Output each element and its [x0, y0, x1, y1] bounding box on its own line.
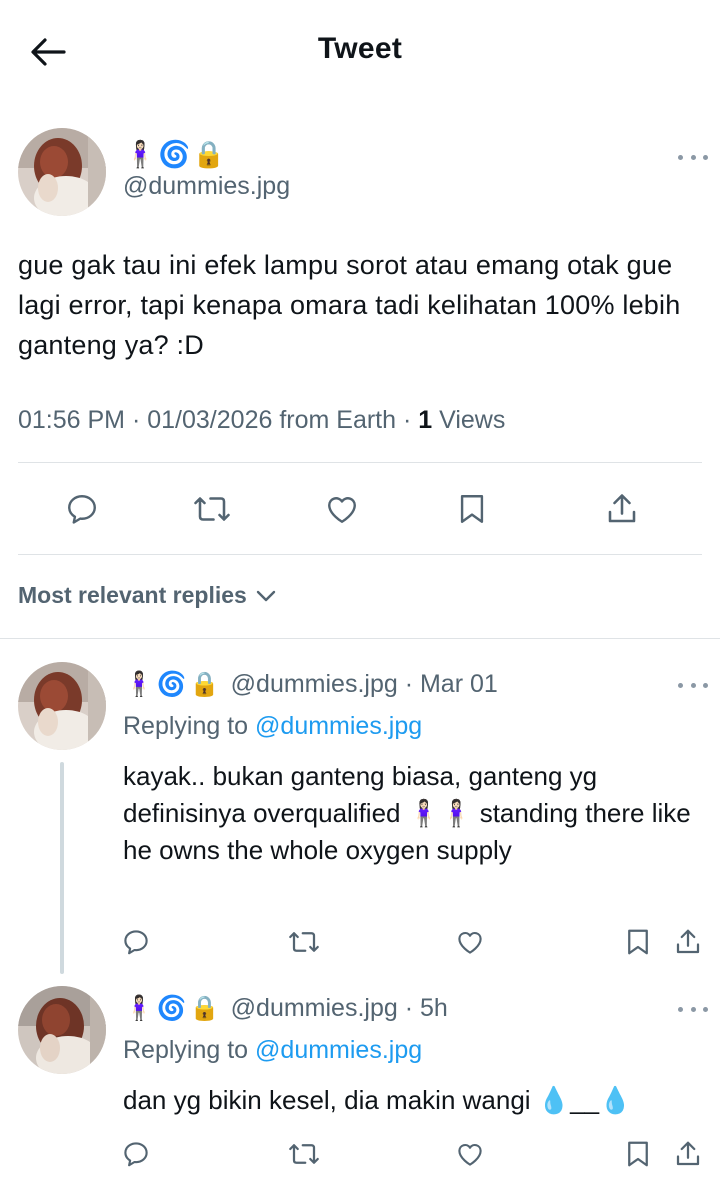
bookmark-button[interactable] [614, 1130, 662, 1178]
chevron-down-icon [256, 590, 276, 601]
more-dot [703, 682, 708, 688]
avatar[interactable] [18, 986, 106, 1074]
bookmark-icon [628, 1141, 648, 1167]
mention-link[interactable]: @dummies.jpg [255, 1036, 422, 1064]
reply-header: 🧍🏻‍♀️🌀🔒 @dummies.jpg · 5h [124, 994, 448, 1023]
like-button[interactable] [318, 485, 366, 533]
share-button[interactable] [664, 918, 712, 966]
retweet-button[interactable] [188, 485, 236, 533]
display-name-emojis: 🧍🏻‍♀️🌀🔒 [124, 139, 228, 169]
bookmark-button[interactable] [614, 918, 662, 966]
reply-icon [68, 495, 96, 524]
more-options-button[interactable] [678, 678, 708, 692]
reply-text: kayak.. bukan ganteng biasa, ganteng yg … [123, 761, 691, 865]
user-handle[interactable]: @dummies.jpg [123, 172, 290, 201]
views-label: Views [439, 406, 506, 434]
share-icon [676, 929, 700, 954]
user-handle[interactable]: @dummies.jpg [231, 994, 398, 1023]
reply-button[interactable] [112, 1130, 160, 1178]
more-dots-icon [678, 682, 683, 688]
retweet-button[interactable] [280, 1130, 328, 1178]
reply-text: dan yg bikin kesel, dia makin wangi 💧__💧 [123, 1085, 632, 1115]
more-dots-icon [678, 1006, 683, 1012]
reply-icon [124, 930, 148, 955]
tweet-source: from Earth [279, 406, 397, 434]
more-dot [703, 154, 708, 160]
retweet-icon [194, 497, 230, 521]
reply-header: 🧍🏻‍♀️🌀🔒 @dummies.jpg · Mar 01 [124, 670, 498, 699]
heart-icon [328, 497, 356, 523]
more-options-button[interactable] [678, 1002, 708, 1016]
tweet-text: gue gak tau ini efek lampu sorot atau em… [18, 250, 681, 360]
more-options-button[interactable] [678, 150, 708, 164]
like-button[interactable] [446, 918, 494, 966]
more-dot [690, 1006, 696, 1012]
divider [18, 554, 702, 555]
avatar[interactable] [18, 662, 106, 750]
divider [0, 638, 720, 639]
reply-button[interactable] [58, 485, 106, 533]
share-icon [608, 494, 636, 523]
sort-label: Most relevant replies [18, 582, 247, 608]
share-button[interactable] [664, 1130, 712, 1178]
more-dot [690, 682, 696, 688]
replying-to: Replying to @dummies.jpg [123, 712, 422, 741]
top-bar: Tweet [0, 0, 720, 100]
more-dot [690, 154, 696, 160]
meta-separator: · [131, 406, 148, 434]
share-icon [676, 1141, 700, 1166]
page-title: Tweet [317, 32, 403, 65]
heart-icon [458, 1143, 482, 1166]
meta-separator: · [402, 406, 419, 434]
tweet-date: 01/03/2026 [147, 406, 273, 434]
heart-icon [458, 931, 482, 954]
more-dots-icon [678, 154, 683, 160]
user-handle[interactable]: @dummies.jpg [231, 670, 398, 699]
tweet-time: 01:56 PM [18, 406, 126, 434]
mention-link[interactable]: @dummies.jpg [255, 712, 422, 740]
reply-button[interactable] [112, 918, 160, 966]
like-button[interactable] [446, 1130, 494, 1178]
avatar[interactable] [18, 128, 106, 216]
replying-prefix: Replying to [123, 712, 249, 740]
bookmark-icon [628, 929, 648, 955]
divider [18, 462, 702, 463]
meta-separator: · [397, 994, 420, 1022]
bookmark-button[interactable] [448, 485, 496, 533]
retweet-icon [289, 1144, 319, 1164]
tweet-meta: 01:56 PM · 01/03/2026 from Earth · 1 Vie… [18, 406, 505, 435]
display-name-emojis: 🧍🏻‍♀️🌀🔒 [124, 671, 223, 698]
reply-time: 5h [419, 994, 448, 1022]
views-count: 1 [418, 406, 433, 434]
more-dot [703, 1006, 708, 1012]
replies-sort-dropdown[interactable]: Most relevant replies [18, 582, 277, 609]
meta-separator: · [397, 670, 420, 698]
share-button[interactable] [598, 485, 646, 533]
thread-line [60, 762, 64, 974]
tweet-actions [0, 465, 720, 555]
reply-time: Mar 01 [419, 670, 498, 698]
bookmark-icon [460, 495, 484, 523]
replying-to: Replying to @dummies.jpg [123, 1036, 422, 1065]
replying-prefix: Replying to [123, 1036, 249, 1064]
retweet-button[interactable] [280, 918, 328, 966]
reply-icon [124, 1142, 148, 1167]
retweet-icon [289, 932, 319, 952]
display-name-emojis: 🧍🏻‍♀️🌀🔒 [124, 995, 223, 1022]
